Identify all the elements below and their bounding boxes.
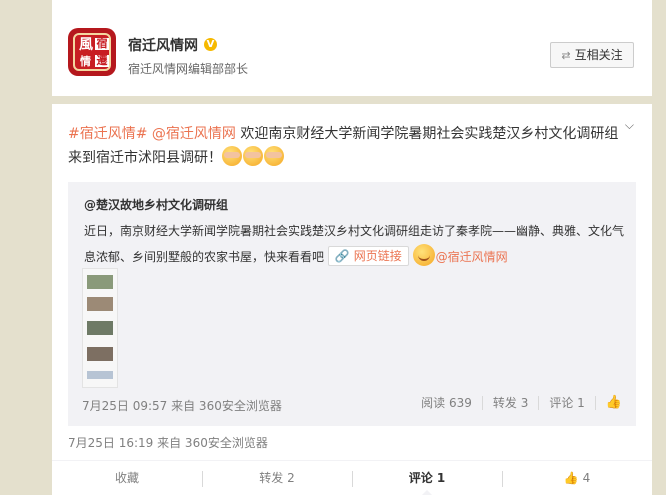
smile-emoji-icon bbox=[412, 244, 435, 266]
repost-stats: 阅读 639 转发 3 评论 1 👍 bbox=[421, 394, 622, 411]
repost-reposts-link[interactable]: 转发 3 bbox=[493, 394, 528, 411]
hashtag-link[interactable]: #宿迁风情# bbox=[68, 126, 147, 142]
emoji-icon bbox=[243, 146, 263, 166]
profile-description: 宿迁风情网编辑部部长 bbox=[128, 62, 249, 76]
like-count: 4 bbox=[582, 471, 591, 485]
link-icon: 🔗 bbox=[334, 249, 350, 263]
avatar-char: 情 bbox=[80, 55, 91, 68]
comment-button[interactable]: 评论 1 bbox=[352, 461, 502, 495]
like-icon: 👍 bbox=[563, 471, 579, 485]
repost-box: @楚汉故地乡村文化调研组 近日，南京财经大学新闻学院暑期社会实践楚汉乡村文化调研… bbox=[68, 182, 636, 426]
web-link-label: 网页链接 bbox=[353, 249, 402, 263]
profile-card: 風 宿 情 遷 宿迁风情网 V 宿迁风情网编辑部部长 ⇄ 互相关注 bbox=[52, 0, 652, 96]
mutual-follow-icon: ⇄ bbox=[561, 49, 571, 62]
repost-button[interactable]: 转发 2 bbox=[202, 461, 352, 495]
follow-label: 互相关注 bbox=[574, 48, 623, 62]
web-link[interactable]: 🔗 网页链接 bbox=[327, 246, 409, 266]
post-body: 欢迎南京财经大学新闻学院暑期社会实践楚汉乡村文化调研组来到宿迁市沭阳县调研！ bbox=[68, 126, 619, 166]
repost-author[interactable]: @楚汉故地乡村文化调研组 bbox=[84, 196, 228, 213]
favorite-button[interactable]: 收藏 bbox=[52, 461, 202, 495]
emoji-icon bbox=[264, 146, 284, 166]
image-thumbnail[interactable] bbox=[82, 268, 118, 388]
emoji-icon bbox=[222, 146, 242, 166]
repost-mention-link[interactable]: @宿迁风情网 bbox=[436, 250, 508, 264]
avatar-char: 宿 bbox=[95, 37, 109, 50]
profile-name[interactable]: 宿迁风情网 bbox=[128, 35, 198, 55]
like-icon[interactable]: 👍 bbox=[606, 395, 622, 410]
avatar[interactable]: 風 宿 情 遷 bbox=[68, 28, 116, 76]
avatar-char: 風 bbox=[79, 37, 93, 53]
repost-comments-link[interactable]: 评论 1 bbox=[549, 394, 584, 411]
repost-text: 近日，南京财经大学新闻学院暑期社会实践楚汉乡村文化调研组走访了秦孝院——幽静、典… bbox=[84, 218, 624, 270]
post-text: #宿迁风情# @宿迁风情网 欢迎南京财经大学新闻学院暑期社会实践楚汉乡村文化调研… bbox=[68, 122, 628, 170]
action-bar: 收藏 转发 2 评论 1 👍 4 bbox=[52, 460, 652, 495]
repost-meta: 7月25日 09:57 来自 360安全浏览器 bbox=[82, 399, 282, 413]
avatar-char: 遷 bbox=[95, 54, 109, 67]
mention-link[interactable]: @宿迁风情网 bbox=[152, 126, 236, 142]
repost-reads: 阅读 639 bbox=[421, 396, 472, 410]
follow-button[interactable]: ⇄ 互相关注 bbox=[550, 42, 634, 68]
verified-icon: V bbox=[204, 38, 217, 51]
post-card: ⌵ #宿迁风情# @宿迁风情网 欢迎南京财经大学新闻学院暑期社会实践楚汉乡村文化… bbox=[52, 104, 652, 495]
like-button[interactable]: 👍 4 bbox=[502, 461, 652, 495]
post-meta: 7月25日 16:19 来自 360安全浏览器 bbox=[68, 436, 268, 450]
